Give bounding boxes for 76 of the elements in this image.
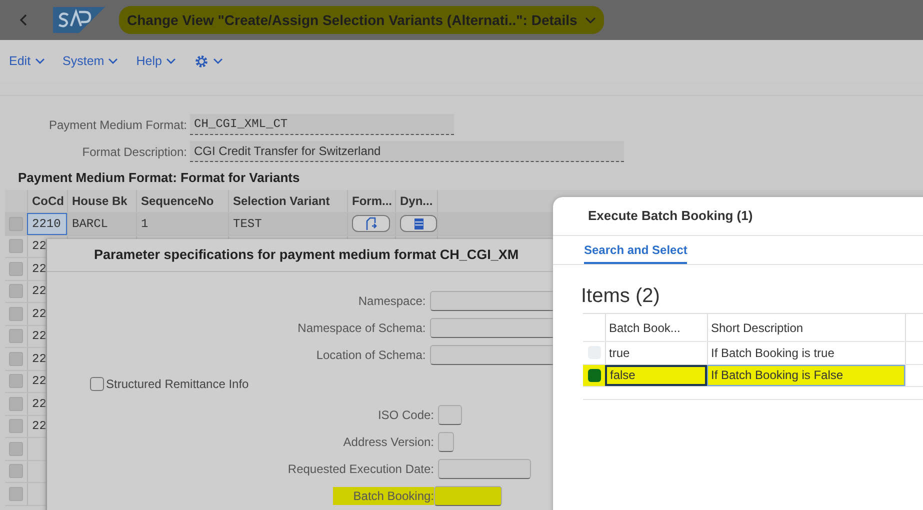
field-label: Location of Schema:	[315, 347, 426, 364]
row-selector[interactable]	[9, 464, 23, 478]
table-cell: 2210	[32, 216, 61, 231]
row-selector[interactable]	[9, 262, 23, 276]
field-label: Batch Booking:	[333, 487, 434, 505]
menu-item[interactable]: Help	[136, 54, 176, 68]
format-button[interactable]	[352, 215, 390, 232]
column-header: SequenceNo	[136, 190, 228, 212]
input-field[interactable]	[438, 432, 454, 452]
tab[interactable]: Search and Select	[584, 236, 688, 264]
checkbox[interactable]	[90, 377, 104, 391]
row-selector[interactable]	[9, 419, 23, 434]
row-selector[interactable]	[9, 239, 23, 254]
chevron-down-icon	[166, 58, 176, 64]
window-title[interactable]: Change View "Create/Assign Selection Variants (Alternati..": Details	[119, 6, 604, 34]
field-label: Namespace:	[357, 293, 426, 310]
input-field[interactable]	[438, 459, 531, 479]
column-header: House Bk	[67, 190, 136, 212]
table-cell: 22	[32, 374, 46, 388]
field-label: Requested Execution Date:	[286, 461, 434, 478]
chevron-down-icon	[108, 58, 118, 64]
column-header: Batch Book...	[609, 320, 680, 334]
table-cell: If Batch Booking is False	[711, 368, 844, 382]
column-header: Dyn...	[395, 190, 437, 212]
input-field[interactable]	[434, 486, 502, 506]
table-cell: 22	[32, 419, 46, 434]
table-cell: 22	[32, 262, 46, 276]
table-cell: 22	[32, 284, 46, 298]
row-selector[interactable]	[9, 329, 23, 344]
table-cell: 22	[32, 239, 46, 254]
list-button[interactable]	[400, 215, 437, 232]
field-label: Format Description:	[81, 144, 187, 158]
menu-item[interactable]: Edit	[9, 54, 45, 68]
table-cell: false	[610, 368, 636, 382]
column-header: Short Description	[711, 320, 804, 334]
column-header: CoCd	[27, 190, 67, 212]
logo-icon	[53, 7, 105, 33]
settings-menu[interactable]	[194, 54, 223, 68]
table-cell: 22	[32, 396, 46, 411]
row-selector[interactable]	[9, 374, 23, 388]
field-label: ISO Code:	[376, 407, 434, 424]
table-cell: 22	[32, 352, 46, 366]
dialog-title: Execute Batch Booking (1)	[553, 197, 923, 236]
row-selector[interactable]	[9, 284, 23, 298]
document-arrow-icon	[365, 216, 377, 231]
table-cell: If Batch Booking is true	[711, 346, 834, 360]
row-selector[interactable]	[9, 352, 23, 366]
column-header: Selection Variant	[228, 190, 347, 212]
row-selector[interactable]	[9, 486, 23, 501]
table-cell: true	[609, 346, 630, 360]
list-icon	[414, 218, 424, 230]
field-label: Namespace of Schema:	[296, 320, 426, 337]
table-cell: 1	[141, 216, 148, 231]
table-cell: BARCL	[72, 216, 108, 231]
table-cell: 22	[32, 329, 46, 344]
table-cell: 22	[32, 306, 46, 321]
field-label: Address Version:	[342, 434, 434, 451]
back-icon	[19, 13, 29, 27]
chevron-down-icon	[585, 16, 596, 24]
input-field[interactable]	[438, 405, 462, 425]
chevron-down-icon	[34, 58, 45, 64]
section-title: Payment Medium Format: Format for Variants	[17, 169, 301, 187]
menu-item[interactable]: System	[62, 54, 118, 68]
field-label: Payment Medium Format:	[48, 118, 187, 132]
settings-icon	[194, 54, 209, 68]
column-header: Form...	[347, 190, 395, 212]
row-selector[interactable]	[9, 306, 23, 321]
field-value: CGI Credit Transfer for Switzerland	[190, 141, 624, 162]
field-value: CH_CGI_XML_CT	[190, 114, 454, 135]
checkbox-label: Structured Remittance Info	[106, 377, 249, 391]
row-selector[interactable]	[9, 442, 23, 456]
items-title: Items (2)	[580, 284, 661, 309]
table-cell: TEST	[233, 216, 262, 231]
row-checkbox[interactable]	[588, 368, 600, 382]
chevron-down-icon	[212, 58, 223, 64]
row-selector[interactable]	[9, 396, 23, 411]
